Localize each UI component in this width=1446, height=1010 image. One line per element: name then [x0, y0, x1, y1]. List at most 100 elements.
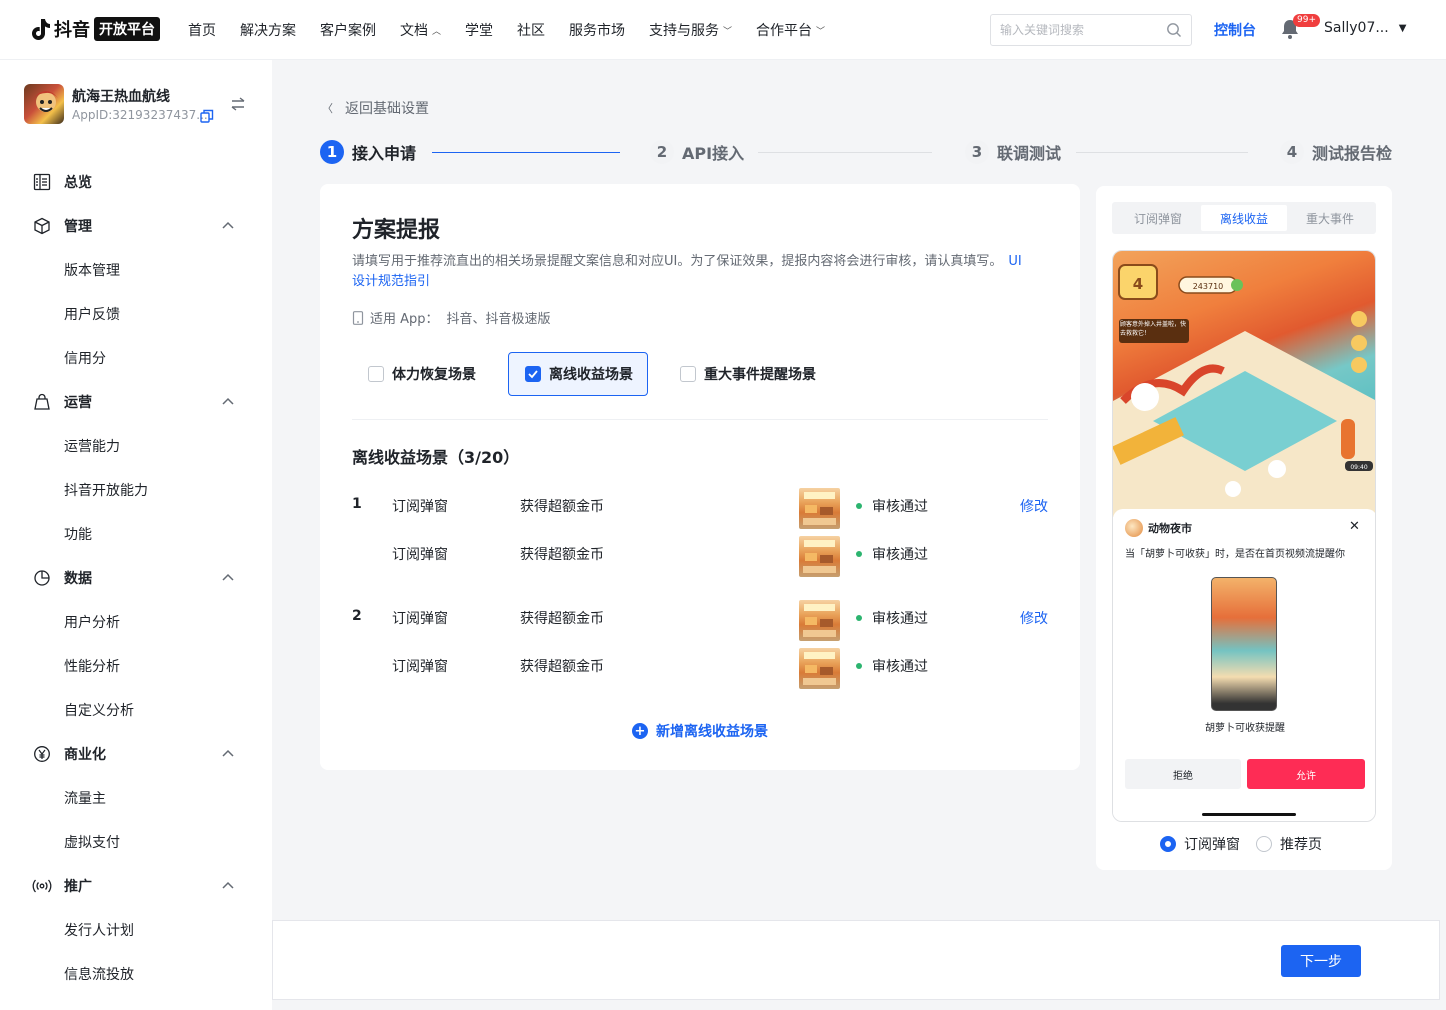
sidebar-item-open-ability[interactable]: 抖音开放能力 — [0, 468, 272, 512]
tab-subscribe-popup[interactable]: 订阅弹窗 — [1115, 205, 1201, 231]
nav-label: 文档 — [400, 23, 428, 39]
status-badge: 审核通过 — [856, 544, 928, 564]
nav-docs[interactable]: 文档 ︿ — [400, 20, 441, 40]
checkbox-checked[interactable] — [525, 366, 541, 382]
step-2: 2 API接入 — [650, 140, 744, 164]
status-text: 审核通过 — [872, 547, 928, 563]
next-button[interactable]: 下一步 — [1281, 945, 1361, 977]
nav-home[interactable]: 首页 — [188, 20, 216, 40]
scene-thumbnail[interactable] — [799, 600, 840, 641]
search-icon[interactable] — [1166, 22, 1182, 38]
douyin-logo[interactable]: 抖音 开放平台 — [30, 16, 160, 42]
step-connector — [758, 152, 932, 153]
main-nav: 首页 解决方案 客户案例 文档 ︿ 学堂 社区 服务市场 支持与服务 ﹀ 合作平台 ﹀ — [188, 0, 849, 60]
status-dot — [856, 503, 862, 509]
chevron-up-icon[interactable] — [220, 746, 236, 762]
allow-button[interactable]: 允许 — [1247, 759, 1365, 789]
sidebar-item-feedback[interactable]: 用户反馈 — [0, 292, 272, 336]
sidebar-item-virtual-pay[interactable]: 虚拟支付 — [0, 820, 272, 864]
sidebar-item-label: 总览 — [64, 175, 92, 191]
scene-thumbnail[interactable] — [799, 648, 840, 689]
nav-label: 客户案例 — [320, 23, 376, 39]
sidebar-item-credit[interactable]: 信用分 — [0, 336, 272, 380]
option-event[interactable]: 重大事件提醒场景 — [664, 352, 834, 396]
tab-major-event[interactable]: 重大事件 — [1287, 205, 1373, 231]
close-icon[interactable]: ✕ — [1349, 519, 1360, 534]
sidebar-group-label: 商业化 — [64, 747, 106, 763]
nav-partners[interactable]: 合作平台 ﹀ — [756, 20, 825, 40]
logo-text: 抖音 — [54, 20, 90, 41]
swap-icon[interactable] — [230, 96, 246, 112]
user-menu[interactable]: Sally07... ▼ — [1324, 20, 1406, 36]
option-offline[interactable]: 离线收益场景 — [508, 352, 648, 396]
chevron-down-icon: ▼ — [1398, 22, 1407, 34]
step-number: 4 — [1280, 140, 1304, 164]
radio-recommend-page[interactable] — [1256, 836, 1272, 852]
chevron-up-icon[interactable] — [220, 218, 236, 234]
bag-icon — [32, 392, 52, 412]
sidebar-item-traffic-owner[interactable]: 流量主 — [0, 776, 272, 820]
edit-link[interactable]: 修改 — [1020, 496, 1048, 516]
search-box — [990, 14, 1192, 46]
step-number: 2 — [650, 140, 674, 164]
list-item: 1 订阅弹窗 获得超额金币 审核通过 修改 — [352, 488, 1052, 532]
phone-icon — [352, 310, 364, 325]
sidebar-item-feed-ads[interactable]: 信息流投放 — [0, 952, 272, 996]
edit-link[interactable]: 修改 — [1020, 608, 1048, 628]
sidebar-item-features[interactable]: 功能 — [0, 512, 272, 556]
stepper: 1 接入申请 2 API接入 3 联调测试 4 测试报告检 — [320, 140, 1392, 164]
sidebar-group-data[interactable]: 数据 — [0, 556, 272, 600]
sidebar-item-version[interactable]: 版本管理 — [0, 248, 272, 292]
section-title: 离线收益场景（3/20） — [352, 448, 520, 467]
sidebar-item-overview[interactable]: 总览 — [0, 160, 272, 204]
nav-market[interactable]: 服务市场 — [569, 20, 625, 40]
sidebar-item-publisher-plan[interactable]: 发行人计划 — [0, 908, 272, 952]
app-avatar-art — [34, 91, 58, 112]
status-text: 审核通过 — [872, 659, 928, 675]
checkbox[interactable] — [368, 366, 384, 382]
radio-subscribe-popup[interactable] — [1160, 836, 1176, 852]
row-text: 获得超额金币 — [520, 499, 604, 515]
console-link[interactable]: 控制台 — [1214, 20, 1256, 40]
applicable-apps: 适用 App： 抖音、抖音极速版 — [352, 308, 551, 327]
nav-label: 支持与服务 — [649, 23, 720, 39]
nav-label: 学堂 — [465, 23, 494, 39]
sidebar-item-user-analysis[interactable]: 用户分析 — [0, 600, 272, 644]
back-link[interactable]: 〈 返回基础设置 — [322, 98, 429, 118]
row-index: 1 — [352, 496, 362, 512]
sidebar-item-perf-analysis[interactable]: 性能分析 — [0, 644, 272, 688]
tab-offline-income[interactable]: 离线收益 — [1201, 205, 1287, 231]
nav-academy[interactable]: 学堂 — [465, 20, 493, 40]
preview-tabs: 订阅弹窗 离线收益 重大事件 — [1112, 202, 1376, 234]
row-text: 获得超额金币 — [520, 611, 604, 627]
game-level: 4 — [1133, 275, 1143, 293]
scene-thumbnail[interactable] — [799, 536, 840, 577]
sidebar-group-operation[interactable]: 运营 — [0, 380, 272, 424]
nav-support[interactable]: 支持与服务 ﹀ — [649, 20, 732, 40]
step-1: 1 接入申请 — [320, 140, 416, 164]
pie-chart-icon — [32, 568, 52, 588]
sidebar: 航海王热血航线 AppID:32193237437... 总览 管理 版本管理 … — [0, 60, 272, 1010]
sidebar-group-monetization[interactable]: 商业化 — [0, 732, 272, 776]
chevron-up-icon[interactable] — [220, 394, 236, 410]
app-info: 航海王热血航线 AppID:32193237437... — [24, 84, 254, 128]
nav-community[interactable]: 社区 — [517, 20, 545, 40]
dialog-header: 动物夜市 — [1125, 519, 1192, 537]
sidebar-item-op-ability[interactable]: 运营能力 — [0, 424, 272, 468]
nav-cases[interactable]: 客户案例 — [320, 20, 376, 40]
scene-thumbnail[interactable] — [799, 488, 840, 529]
deny-button[interactable]: 拒绝 — [1125, 759, 1241, 789]
search-input[interactable] — [1000, 23, 1160, 37]
subscribe-dialog: 动物夜市 ✕ 当「胡萝卜可收获」时，是否在首页视频流提醒你 胡萝卜可收获提醒 拒… — [1113, 509, 1375, 821]
nav-solutions[interactable]: 解决方案 — [240, 20, 296, 40]
chevron-up-icon[interactable] — [220, 570, 236, 586]
sidebar-group-promotion[interactable]: 推广 — [0, 864, 272, 908]
add-scene-button[interactable]: + 新增离线收益场景 — [632, 721, 768, 741]
chevron-up-icon[interactable] — [220, 878, 236, 894]
step-3: 3 联调测试 — [965, 140, 1061, 164]
checkbox[interactable] — [680, 366, 696, 382]
sidebar-group-manage[interactable]: 管理 — [0, 204, 272, 248]
sidebar-item-custom-analysis[interactable]: 自定义分析 — [0, 688, 272, 732]
option-stamina[interactable]: 体力恢复场景 — [352, 352, 492, 396]
copy-icon[interactable] — [200, 109, 214, 123]
